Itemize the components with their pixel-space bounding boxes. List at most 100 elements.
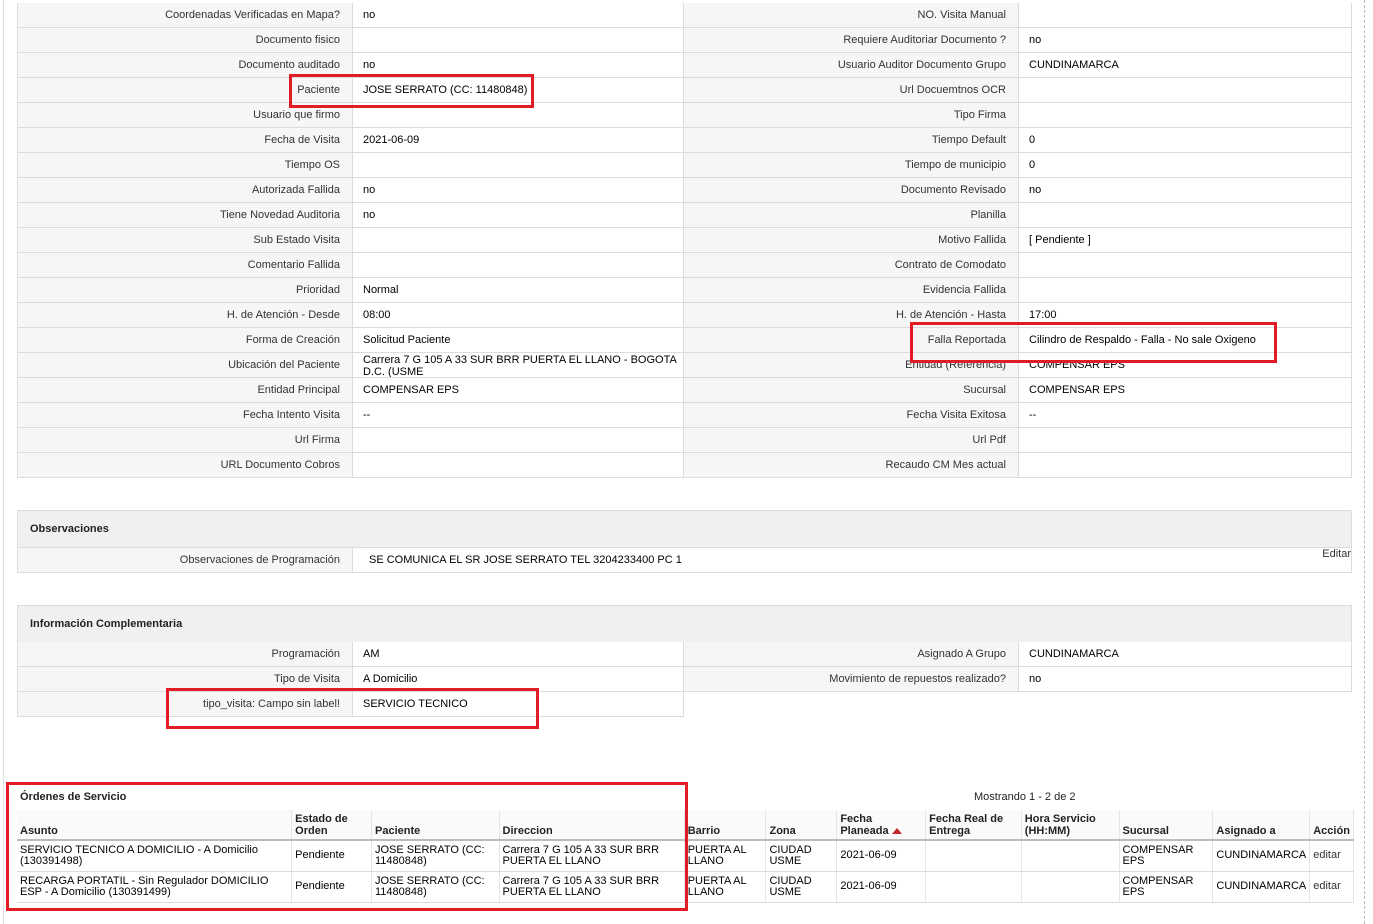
table-cell [925, 871, 1022, 903]
ordenes-col-8[interactable]: Hora Servicio (HH:MM) [1021, 810, 1120, 841]
complementaria-left-label: Tipo de Visita [18, 667, 352, 691]
detail-left-row: Sub Estado Visita [17, 228, 684, 253]
detail-right-value: no [1018, 178, 1352, 202]
complementaria-section: Información Complementaria [17, 605, 1352, 642]
ordenes-col-7[interactable]: Fecha Real de Entrega [925, 810, 1022, 841]
detail-left-value: no [352, 53, 684, 77]
table-cell: 2021-06-09 [836, 871, 927, 903]
complementaria-grid: Programación AM Tipo de Visita A Domicilio t… [17, 642, 1352, 717]
ordenes-col-11[interactable]: Acción [1309, 810, 1354, 841]
detail-right-row: Sucursal COMPENSAR EPS [684, 378, 1352, 403]
complementaria-right-label: Movimiento de repuestos realizado? [684, 667, 1018, 691]
detail-left-label: Documento fisico [18, 28, 352, 52]
detail-right-value: CUNDINAMARCA [1018, 53, 1352, 77]
complementaria-right-column: Asignado A Grupo CUNDINAMARCA Movimiento d… [684, 642, 1352, 717]
detail-grid: Coordenadas Verificadas en Mapa? no Docume… [17, 3, 1352, 478]
table-cell: CIUDAD USME [765, 840, 838, 872]
table-cell: PUERTA AL LLANO [684, 840, 767, 872]
detail-left-label: Forma de Creación [18, 328, 352, 352]
detail-left-value: 08:00 [352, 303, 684, 327]
edit-order-link[interactable]: editar [1313, 880, 1341, 892]
detail-right-row: Evidencia Fallida [684, 278, 1352, 303]
complementaria-left-value: SERVICIO TECNICO [352, 692, 684, 716]
detail-left-label: Comentario Fallida [18, 253, 352, 277]
ordenes-col-5[interactable]: Zona [765, 810, 838, 841]
complementaria-right-label: Asignado A Grupo [684, 642, 1018, 666]
detail-right-row: Requiere Auditoriar Documento ? no [684, 28, 1352, 53]
detail-left-row: Fecha Intento Visita -- [17, 403, 684, 428]
ordenes-col-9[interactable]: Sucursal [1119, 810, 1214, 841]
table-cell: COMPENSAR EPS [1119, 840, 1214, 872]
ordenes-col-label: Fecha Real de Entrega [929, 813, 1004, 837]
detail-right-value [1018, 253, 1352, 277]
detail-left-value: 2021-06-09 [352, 128, 684, 152]
complementaria-left-column: Programación AM Tipo de Visita A Domicilio t… [17, 642, 684, 717]
detail-right-row: Url Pdf [684, 428, 1352, 453]
detail-right-label: Url Docuemtnos OCR [684, 78, 1018, 102]
table-cell: 2021-06-09 [836, 840, 927, 872]
table-cell: Carrera 7 G 105 A 33 SUR BRR PUERTA EL L… [499, 871, 685, 903]
ordenes-col-0[interactable]: Asunto [17, 810, 293, 841]
complementaria-left-label: Programación [18, 642, 352, 666]
table-cell: CUNDINAMARCA [1212, 840, 1311, 872]
ordenes-col-1[interactable]: Estado de Orden [291, 810, 372, 841]
complementaria-left-row: Programación AM [17, 642, 684, 667]
ordenes-col-label: Fecha Planeada [840, 813, 889, 837]
ordenes-col-label: Sucursal [1122, 825, 1169, 837]
ordenes-col-label: Paciente [375, 825, 421, 837]
detail-right-row: Tipo Firma [684, 103, 1352, 128]
ordenes-col-2[interactable]: Paciente [371, 810, 500, 841]
complementaria-title: Información Complementaria [18, 606, 1351, 642]
detail-left-value [352, 253, 684, 277]
detail-left-row: Comentario Fallida [17, 253, 684, 278]
detail-left-value: Normal [352, 278, 684, 302]
ordenes-col-label: Barrio [687, 825, 721, 837]
detail-right-label: Usuario Auditor Documento Grupo [684, 53, 1018, 77]
ordenes-header-row: Asunto Estado de Orden Paciente Direccion Ba… [17, 810, 1354, 841]
detail-right-label: H. de Atención - Hasta [684, 303, 1018, 327]
detail-right-row: Motivo Fallida[ Pendiente ] [684, 228, 1352, 253]
detail-left-label: Usuario que firmo [18, 103, 352, 127]
table-cell: CIUDAD USME [765, 871, 838, 903]
detail-right-row: Entidad (Referencia) COMPENSAR EPS [684, 353, 1352, 378]
detail-right-value [1018, 78, 1352, 102]
detail-left-value: no [352, 178, 684, 202]
detail-left-value [352, 228, 684, 252]
ordenes-col-label: Acción [1313, 825, 1350, 837]
table-cell: editar [1309, 871, 1354, 903]
ordenes-col-3[interactable]: Direccion [499, 810, 685, 841]
table-cell: Pendiente [291, 840, 372, 872]
detail-right-value: Cilindro de Respaldo - Falla - No sale O… [1018, 328, 1352, 352]
detail-right-label: Entidad (Referencia) [684, 353, 1018, 377]
ordenes-col-4[interactable]: Barrio [684, 810, 767, 841]
detail-right-label: Evidencia Fallida [684, 278, 1018, 302]
observaciones-value: SE COMUNICA EL SR JOSE SERRATO TEL 32042… [352, 548, 1351, 572]
table-cell [1021, 840, 1120, 872]
observaciones-edit-link[interactable]: Editar [1322, 548, 1351, 560]
ordenes-col-6[interactable]: Fecha Planeada [836, 810, 927, 841]
ordenes-col-10[interactable]: Asignado a [1212, 810, 1311, 841]
detail-left-label: Tiempo OS [18, 153, 352, 177]
page-divider [1364, 0, 1365, 924]
edit-order-link[interactable]: editar [1313, 849, 1341, 861]
ordenes-title: Órdenes de Servicio [20, 791, 127, 803]
detail-left-row: Forma de Creación Solicitud Paciente [17, 328, 684, 353]
detail-left-row: Coordenadas Verificadas en Mapa? no [17, 3, 684, 28]
complementaria-left-row: tipo_visita: Campo sin label! SERVICIO TE… [17, 692, 684, 717]
complementaria-right-row: Movimiento de repuestos realizado? no [684, 667, 1352, 692]
detail-left-label: Tiene Novedad Auditoria [18, 203, 352, 227]
detail-left-label: Prioridad [18, 278, 352, 302]
detail-right-label: Motivo Fallida [684, 228, 1018, 252]
table-cell: JOSE SERRATO (CC: 11480848) [371, 871, 500, 903]
detail-left-value [352, 153, 684, 177]
detail-right-value [1018, 3, 1352, 27]
detail-right-label: Recaudo CM Mes actual [684, 453, 1018, 477]
detail-right-row: Tiempo de municipio 0 [684, 153, 1352, 178]
sort-ascending-icon[interactable] [891, 828, 902, 835]
observaciones-section: Observaciones Observaciones de Programac… [17, 510, 1352, 573]
table-cell: RECARGA PORTATIL - Sin Regulador DOMICIL… [17, 871, 293, 903]
detail-right-row: Url Docuemtnos OCR [684, 78, 1352, 103]
detail-right-label: Requiere Auditoriar Documento ? [684, 28, 1018, 52]
ordenes-col-label: Direccion [502, 825, 553, 837]
detail-left-value: -- [352, 403, 684, 427]
